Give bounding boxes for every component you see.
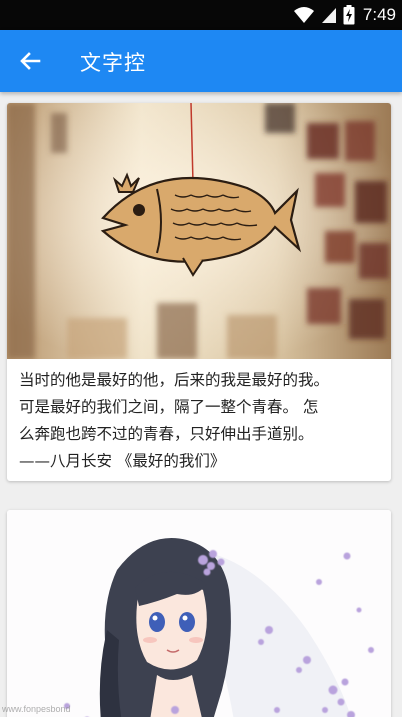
quote-text: 当时的他是最好的他，后来的我是最好的我。 可是最好的我们之间，隔了一整个青春。 … [19,367,383,475]
quote-line: 可是最好的我们之间，隔了一整个青春。 怎 [19,398,319,416]
fish-ornament-photo [7,103,391,359]
signal-icon [321,8,336,23]
battery-charging-icon [343,5,355,25]
quote-line: ——八月长安 《最好的我们》 [19,452,226,470]
anime-bride-illustration [7,510,391,717]
status-time: 7:49 [362,5,396,24]
image-card[interactable] [7,510,391,717]
status-bar: 7:49 [0,0,402,30]
app-bar: 文字控 [0,30,402,92]
quote-line: 当时的他是最好的他，后来的我是最好的我。 [19,371,330,389]
arrow-left-icon [20,52,41,70]
wifi-icon [293,7,314,23]
quote-line: 么奔跑也跨不过的青春，只好伸出手道别。 [19,425,314,443]
quote-card[interactable]: 当时的他是最好的他，后来的我是最好的我。 可是最好的我们之间，隔了一整个青春。 … [7,103,391,481]
page-title: 文字控 [80,51,146,75]
card-list[interactable]: 当时的他是最好的他，后来的我是最好的我。 可是最好的我们之间，隔了一整个青春。 … [0,92,402,717]
status-icons: 7:49 [293,3,396,27]
back-button[interactable] [12,43,48,79]
watermark: www.fonpesbond [2,704,71,714]
